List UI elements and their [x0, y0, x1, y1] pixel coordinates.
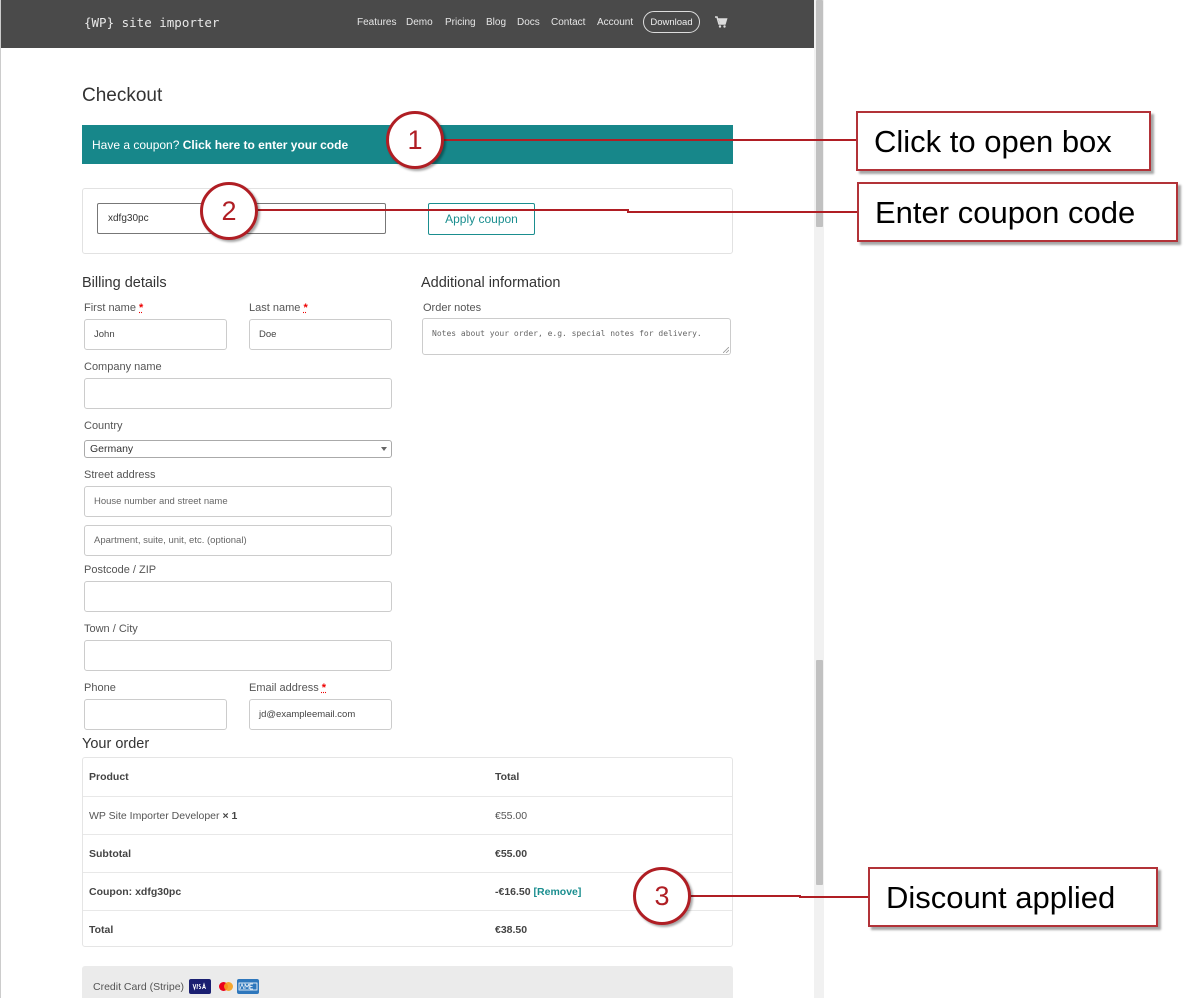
annotation-callout-1: Click to open box: [856, 111, 1151, 171]
annotation-callout-2: Enter coupon code: [857, 182, 1178, 242]
annotation-callout-3: Discount applied: [868, 867, 1158, 927]
annotation-marker-2: 2: [200, 182, 258, 240]
annotation-marker-3: 3: [633, 867, 691, 925]
annotation-marker-1: 1: [386, 111, 444, 169]
